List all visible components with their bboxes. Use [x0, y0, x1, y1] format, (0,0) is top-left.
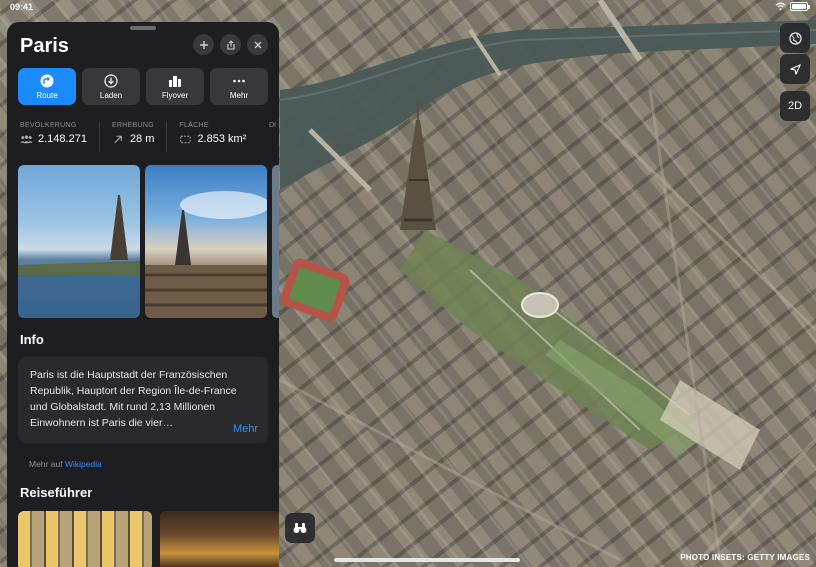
- plus-icon: [199, 40, 208, 49]
- more-button[interactable]: Mehr: [210, 68, 268, 105]
- location-arrow-icon: [789, 63, 801, 75]
- info-heading: Info: [20, 332, 44, 347]
- more-label: Mehr: [229, 90, 249, 100]
- flyover-label: Flyover: [161, 90, 189, 100]
- close-button[interactable]: [247, 34, 268, 55]
- download-button[interactable]: Laden: [82, 68, 140, 105]
- wikipedia-attribution: Mehr auf Wikipedia: [29, 459, 102, 469]
- 2d-mode-button[interactable]: 2D: [780, 91, 810, 121]
- photo-next-partial[interactable]: [272, 165, 279, 318]
- stat-population-label: BEVÖLKERUNG: [20, 122, 77, 129]
- panel-grabber[interactable]: [130, 26, 156, 30]
- photo-credit: PHOTO INSETS: GETTY IMAGES: [680, 553, 810, 562]
- photo-eiffel-seine[interactable]: [18, 165, 140, 318]
- wikipedia-prefix: Mehr auf: [29, 459, 63, 469]
- share-icon: [226, 39, 235, 50]
- more-dots-icon: [233, 79, 245, 82]
- action-buttons: Route Laden Flyover Mehr: [18, 68, 268, 105]
- stat-elevation-label: ERHEBUNG: [111, 122, 155, 129]
- photo-eiffel-seine-art: [18, 195, 140, 318]
- photo-eiffel-rooftops-art: [145, 191, 267, 318]
- buildings-icon: [169, 75, 181, 87]
- guide-card-macarons[interactable]: [18, 511, 152, 567]
- stat-overflow-label: DI: [269, 122, 276, 129]
- guides-heading: Reiseführer: [20, 485, 93, 500]
- place-card-panel: Paris Route Laden Flyover Mehr BEVÖLKERU…: [7, 22, 279, 567]
- flyover-button[interactable]: Flyover: [146, 68, 204, 105]
- status-icons: [775, 2, 810, 11]
- info-card: Paris ist die Hauptstadt der Französisch…: [18, 357, 268, 443]
- stat-elevation: ERHEBUNG 28 m: [111, 122, 168, 152]
- info-description: Paris ist die Hauptstadt der Französisch…: [30, 369, 237, 429]
- place-title: Paris: [20, 35, 69, 57]
- area-icon: [180, 135, 192, 143]
- look-around-button[interactable]: [285, 513, 315, 543]
- elevation-arrow-icon: [114, 135, 122, 143]
- location-button[interactable]: [780, 54, 810, 84]
- stat-population: BEVÖLKERUNG 2.148.271: [20, 122, 100, 152]
- binoculars-icon: [293, 523, 307, 533]
- people-icon: [20, 135, 33, 143]
- close-icon: [254, 41, 261, 48]
- home-indicator[interactable]: [334, 558, 520, 562]
- photo-gallery[interactable]: [18, 165, 279, 318]
- guides-list: [18, 511, 279, 567]
- wikipedia-link[interactable]: Wikipedia: [65, 459, 102, 469]
- globe-button[interactable]: [780, 23, 810, 53]
- route-arrow-icon: [40, 74, 54, 87]
- stat-elevation-value: 28 m: [129, 133, 155, 145]
- download-label: Laden: [99, 90, 123, 100]
- place-stats: BEVÖLKERUNG 2.148.271 ERHEBUNG 28 m FLÄC…: [20, 122, 270, 152]
- battery-icon: [790, 2, 810, 11]
- wifi-icon: [775, 2, 786, 11]
- add-button[interactable]: [193, 34, 214, 55]
- download-icon: [104, 73, 118, 88]
- status-bar: 09:41: [0, 0, 816, 14]
- share-button[interactable]: [220, 34, 241, 55]
- photo-eiffel-rooftops[interactable]: [145, 165, 267, 318]
- stat-population-value: 2.148.271: [38, 133, 87, 145]
- info-more-link[interactable]: Mehr: [233, 423, 258, 435]
- guide-card-cafe[interactable]: [160, 511, 279, 567]
- stat-area: FLÄCHE 2.853 km²: [179, 122, 258, 152]
- route-label: Route: [36, 90, 58, 100]
- globe-icon: [788, 31, 802, 45]
- route-button[interactable]: Route: [18, 68, 76, 105]
- stat-area-value: 2.853 km²: [197, 133, 247, 145]
- status-time: 09:41: [10, 2, 34, 12]
- 2d-mode-label: 2D: [787, 100, 803, 112]
- stat-area-label: FLÄCHE: [179, 122, 209, 129]
